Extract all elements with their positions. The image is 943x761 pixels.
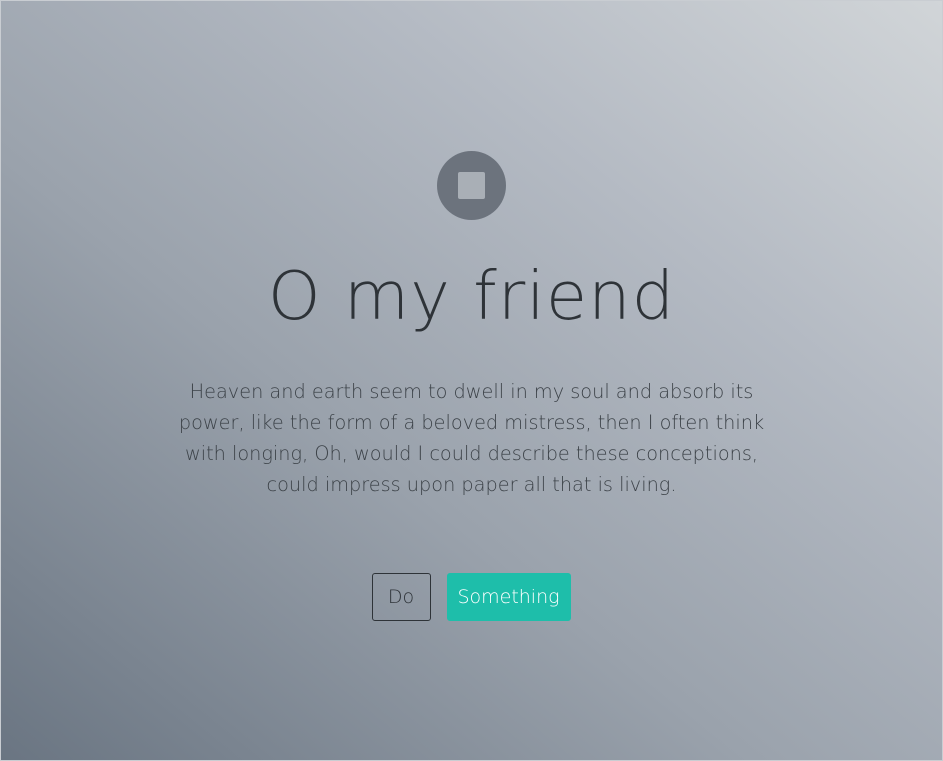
something-button[interactable]: Something xyxy=(446,572,571,621)
button-group: Do Something xyxy=(1,572,942,621)
page-frame: O my friend Heaven and earth seem to dwe… xyxy=(0,0,943,761)
hero-section: O my friend Heaven and earth seem to dwe… xyxy=(1,151,942,621)
page-title: O my friend xyxy=(267,257,676,335)
do-button[interactable]: Do xyxy=(371,572,431,621)
logo-circle xyxy=(437,151,506,220)
stop-square-icon xyxy=(458,172,485,199)
hero-paragraph: Heaven and earth seem to dwell in my sou… xyxy=(178,379,765,496)
